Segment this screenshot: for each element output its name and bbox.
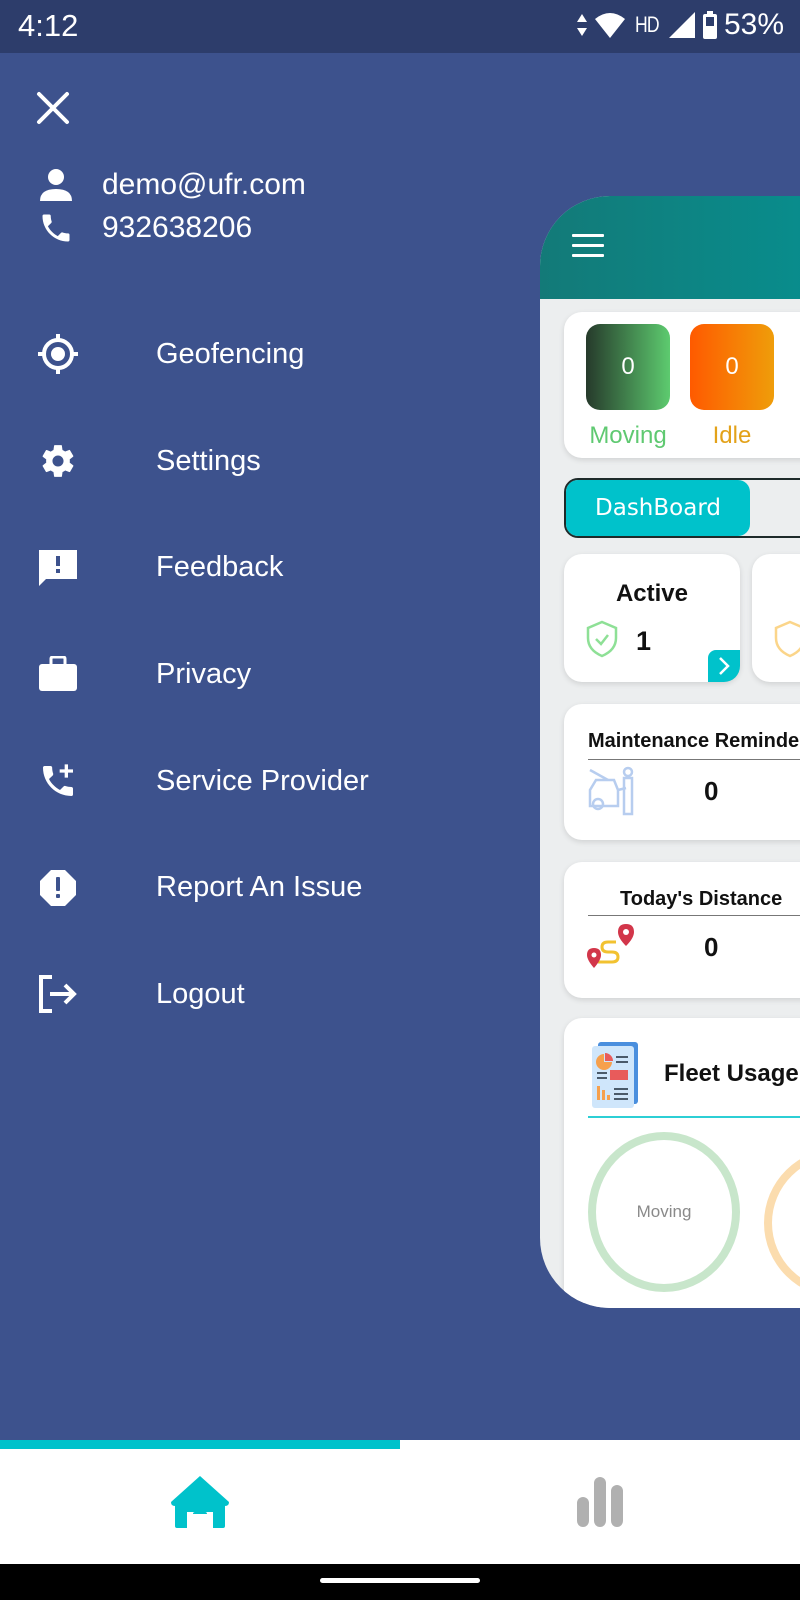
menu-item-logout[interactable]: Logout (0, 941, 500, 1048)
bar-chart-icon (577, 1477, 623, 1527)
fleet-usage-title: Fleet Usage (664, 1060, 799, 1087)
menu-item-label: Service Provider (156, 764, 369, 797)
phone-add-icon (36, 759, 80, 803)
moving-count-tile[interactable]: 0 (586, 324, 670, 410)
moving-count: 0 (621, 353, 635, 380)
maintenance-title: Maintenance Reminder (588, 730, 800, 752)
data-transfer-icon (577, 14, 588, 36)
report-icon (36, 866, 80, 910)
todays-distance-card[interactable]: Today's Distance 0 (564, 862, 800, 998)
status-icons: HD 53% (576, 8, 784, 42)
active-details-button[interactable] (708, 650, 740, 682)
shield-icon (774, 620, 800, 658)
bottom-navigation (0, 1440, 800, 1564)
menu-item-label: Geofencing (156, 337, 305, 370)
shield-check-icon (586, 620, 618, 658)
idle-label: Idle (712, 422, 752, 449)
nav-home[interactable] (0, 1440, 400, 1564)
menu-item-geofencing[interactable]: Geofencing (0, 301, 500, 408)
distance-title: Today's Distance (620, 888, 783, 910)
wifi-icon (595, 13, 626, 38)
fleet-usage-card: Fleet Usage Moving (564, 1018, 800, 1308)
dashboard-preview[interactable]: 0 0 Moving Idle DashBoard Active 1 Maint… (540, 196, 800, 1308)
user-phone-row: 932638206 (36, 208, 252, 248)
status-bar: 4:12 HD 53% (0, 0, 800, 53)
idle-count-tile[interactable]: 0 (690, 324, 774, 410)
logout-icon (36, 972, 80, 1016)
gps-target-icon (36, 332, 80, 376)
menu-item-label: Feedback (156, 551, 284, 584)
close-icon (37, 92, 69, 124)
moving-usage-ring: Moving (588, 1132, 740, 1292)
gear-icon (36, 439, 80, 483)
moving-label: Moving (589, 422, 667, 449)
menu-item-label: Settings (156, 444, 261, 477)
idle-count: 0 (725, 353, 739, 380)
briefcase-icon (36, 652, 80, 696)
active-count: 1 (636, 626, 652, 656)
moving-ring-label: Moving (636, 1202, 692, 1221)
app-header (540, 196, 800, 299)
active-vehicles-card: Active 1 (564, 554, 740, 682)
user-email-row: demo@ufr.com (36, 165, 306, 205)
menu-item-service-provider[interactable]: Service Provider (0, 728, 500, 835)
drawer-menu: Geofencing Settings Feedback Privacy Ser… (0, 301, 500, 1048)
distance-value: 0 (704, 932, 719, 962)
user-phone: 932638206 (102, 211, 253, 244)
battery-percent: 53% (723, 8, 784, 41)
system-navigation-bar (0, 1564, 800, 1600)
divider (588, 759, 800, 760)
car-mechanic-icon (588, 766, 634, 816)
chevron-right-icon (719, 657, 730, 675)
divider (588, 915, 800, 916)
battery-icon (702, 11, 717, 39)
home-icon (171, 1476, 229, 1528)
person-icon (36, 165, 76, 205)
phone-icon (36, 208, 76, 248)
menu-item-feedback[interactable]: Feedback (0, 514, 500, 621)
menu-item-label: Privacy (156, 657, 252, 690)
signal-icon (668, 12, 695, 38)
network-type: HD (635, 12, 660, 37)
divider (588, 1116, 800, 1118)
maintenance-reminder-card[interactable]: Maintenance Reminder 0 (564, 704, 800, 840)
close-button[interactable] (34, 89, 72, 127)
nav-reports[interactable] (400, 1440, 800, 1564)
maintenance-count: 0 (704, 776, 719, 806)
menu-item-label: Logout (156, 977, 245, 1010)
feedback-icon (36, 546, 80, 590)
vehicle-status-card: 0 0 Moving Idle (564, 312, 800, 458)
secondary-status-card (752, 554, 800, 682)
menu-item-settings[interactable]: Settings (0, 408, 500, 515)
tab-dashboard[interactable]: DashBoard (566, 480, 750, 536)
route-pins-icon (587, 924, 634, 968)
status-time: 4:12 (18, 8, 79, 43)
idle-usage-ring (764, 1148, 800, 1298)
menu-item-label: Report An Issue (156, 871, 363, 904)
menu-item-privacy[interactable]: Privacy (0, 621, 500, 728)
menu-item-report-issue[interactable]: Report An Issue (0, 834, 500, 941)
home-gesture-handle[interactable] (320, 1578, 480, 1583)
report-document-icon (592, 1042, 638, 1108)
hamburger-menu-button[interactable] (572, 234, 604, 258)
tab-bar: DashBoard (564, 478, 800, 538)
user-email: demo@ufr.com (102, 168, 306, 201)
active-title: Active (615, 580, 689, 607)
